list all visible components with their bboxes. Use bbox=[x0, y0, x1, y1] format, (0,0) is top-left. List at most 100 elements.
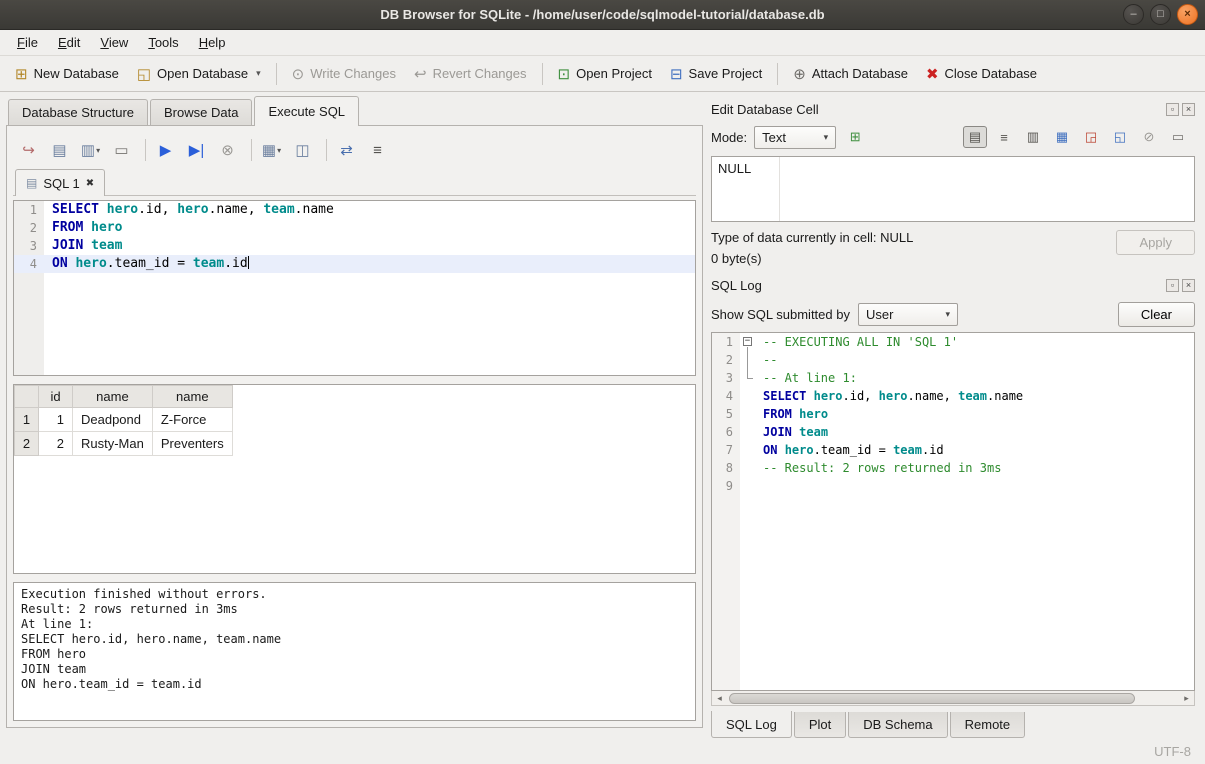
export-icon[interactable]: ◱ bbox=[1108, 126, 1132, 148]
column-header[interactable]: name bbox=[152, 386, 232, 408]
chevron-down-icon: ▾ bbox=[945, 309, 950, 320]
statusbar: UTF-8 bbox=[0, 738, 1205, 764]
attach-database-icon: ⊕ bbox=[793, 65, 806, 83]
open-sql-file-icon[interactable]: ▤ bbox=[46, 137, 73, 163]
fold-collapse-icon[interactable]: − bbox=[743, 337, 752, 346]
code-line-7: 7ON hero.team_id = team.id bbox=[712, 441, 1194, 459]
table-cell[interactable]: Rusty-Man bbox=[73, 432, 153, 456]
import-icon[interactable]: ◲ bbox=[1079, 126, 1103, 148]
scroll-left-icon[interactable]: ◂ bbox=[712, 693, 727, 704]
log-hscrollbar[interactable]: ◂ ▸ bbox=[711, 691, 1195, 706]
copy-icon[interactable]: ▥ bbox=[1021, 126, 1045, 148]
menu-file[interactable]: File bbox=[8, 32, 47, 53]
edit-cell-title: Edit Database Cell bbox=[711, 102, 819, 117]
attach-database-button[interactable]: ⊕Attach Database bbox=[784, 60, 917, 88]
table-row[interactable]: 11DeadpondZ-Force bbox=[15, 408, 233, 432]
table-cell[interactable]: 1 bbox=[39, 408, 73, 432]
save-as-view-icon[interactable]: ◫ bbox=[289, 137, 316, 163]
table-cell[interactable]: Deadpond bbox=[73, 408, 153, 432]
chevron-down-icon: ▾ bbox=[96, 146, 100, 155]
log-filter-value: User bbox=[866, 307, 893, 322]
table-cell[interactable]: Z-Force bbox=[152, 408, 232, 432]
tab-execute-sql[interactable]: Execute SQL bbox=[254, 96, 359, 126]
set-null-icon[interactable]: ⊘ bbox=[1137, 126, 1161, 148]
write-changes-button: ⊙Write Changes bbox=[283, 60, 405, 88]
execute-current-line-icon[interactable]: ▶| bbox=[183, 137, 210, 163]
tab-sql-log[interactable]: SQL Log bbox=[711, 711, 792, 738]
menu-help[interactable]: Help bbox=[190, 32, 235, 53]
new-database-button[interactable]: ⊞New Database bbox=[6, 60, 128, 88]
cell-size-text: 0 byte(s) bbox=[711, 251, 913, 266]
code-line-1: 1SELECT hero.id, hero.name, team.name bbox=[14, 201, 695, 219]
revert-changes-icon: ↩ bbox=[414, 65, 427, 83]
tab-database-structure[interactable]: Database Structure bbox=[8, 99, 148, 126]
text-view-icon[interactable]: ▤ bbox=[963, 126, 987, 148]
save-icon[interactable]: ▦ bbox=[1050, 126, 1074, 148]
tab-browse-data[interactable]: Browse Data bbox=[150, 99, 252, 126]
table-cell[interactable]: Preventers bbox=[152, 432, 232, 456]
sql-log-view[interactable]: 1−-- EXECUTING ALL IN 'SQL 1'2--3-- At l… bbox=[711, 332, 1195, 691]
table-row[interactable]: 22Rusty-ManPreventers bbox=[15, 432, 233, 456]
menu-view[interactable]: View bbox=[91, 32, 137, 53]
log-filter-select[interactable]: User ▾ bbox=[858, 303, 958, 326]
maximize-button[interactable]: □ bbox=[1150, 4, 1171, 25]
scroll-thumb[interactable] bbox=[729, 693, 1135, 704]
execution-output: Execution finished without errors. Resul… bbox=[13, 582, 696, 721]
menu-edit[interactable]: Edit bbox=[49, 32, 89, 53]
bottom-tabbar: SQL LogPlotDB SchemaRemote bbox=[709, 706, 1197, 738]
edit-cell-header: Edit Database Cell ▫ × bbox=[709, 98, 1197, 120]
print-icon[interactable]: ▭ bbox=[1166, 126, 1190, 148]
sql-toolbar: ↪▤▥▾▭▶▶|⊗▦▾◫⇄≡ bbox=[13, 132, 696, 168]
print-icon[interactable]: ▭ bbox=[108, 137, 135, 163]
float-icon[interactable]: ▫ bbox=[1166, 103, 1179, 116]
save-project-icon: ⊟ bbox=[670, 65, 683, 83]
sql-doc-tab-label: SQL 1 bbox=[43, 176, 79, 191]
code-line-8: 8-- Result: 2 rows returned in 3ms bbox=[712, 459, 1194, 477]
code-line-6: 6JOIN team bbox=[712, 423, 1194, 441]
sql-editor[interactable]: 1SELECT hero.id, hero.name, team.name2FR… bbox=[13, 200, 696, 376]
code-line-4: 4ON hero.team_id = team.id bbox=[14, 255, 695, 273]
close-button[interactable]: × bbox=[1177, 4, 1198, 25]
close-database-button[interactable]: ✖Close Database bbox=[917, 60, 1046, 88]
word-wrap-icon[interactable]: ≡ bbox=[992, 126, 1016, 148]
execute-sql-panel: Database StructureBrowse DataExecute SQL… bbox=[6, 96, 703, 738]
save-project-button[interactable]: ⊟Save Project bbox=[661, 60, 771, 88]
tab-plot[interactable]: Plot bbox=[794, 712, 846, 738]
code-line-2: 2-- bbox=[712, 351, 1194, 369]
find-replace-icon[interactable]: ⇄ bbox=[333, 137, 360, 163]
mode-value: Text bbox=[762, 130, 786, 145]
column-header[interactable]: name bbox=[73, 386, 153, 408]
export-csv-icon[interactable]: ▦▾ bbox=[258, 137, 285, 163]
corner-header bbox=[15, 386, 39, 408]
execute-all-icon[interactable]: ▶ bbox=[152, 137, 179, 163]
cell-editor[interactable]: NULL bbox=[711, 156, 1195, 222]
save-sql-file-icon[interactable]: ▥▾ bbox=[77, 137, 104, 163]
table-cell[interactable]: 2 bbox=[39, 432, 73, 456]
menu-tools[interactable]: Tools bbox=[139, 32, 187, 53]
open-database-button[interactable]: ◱Open Database▾ bbox=[128, 60, 270, 88]
mode-select[interactable]: Text ▾ bbox=[754, 126, 836, 149]
close-tab-icon[interactable]: ✖ bbox=[86, 178, 94, 189]
new-database-icon: ⊞ bbox=[15, 65, 28, 83]
results-table: idnamename11DeadpondZ-Force22Rusty-ManPr… bbox=[14, 385, 233, 456]
row-number[interactable]: 2 bbox=[15, 432, 39, 456]
sql-doc-tab[interactable]: ▤ SQL 1 ✖ bbox=[15, 169, 105, 196]
tab-db-schema[interactable]: DB Schema bbox=[848, 712, 947, 738]
import-file-icon[interactable]: ⊞ bbox=[843, 126, 867, 148]
open-project-button[interactable]: ⊡Open Project bbox=[549, 60, 661, 88]
apply-button[interactable]: Apply bbox=[1116, 230, 1195, 255]
row-number[interactable]: 1 bbox=[15, 408, 39, 432]
close-icon[interactable]: × bbox=[1182, 103, 1195, 116]
column-header[interactable]: id bbox=[39, 386, 73, 408]
new-tab-icon[interactable]: ↪ bbox=[15, 137, 42, 163]
tab-remote[interactable]: Remote bbox=[950, 712, 1026, 738]
close-icon[interactable]: × bbox=[1182, 279, 1195, 292]
cell-type-text: Type of data currently in cell: NULL bbox=[711, 230, 913, 245]
float-icon[interactable]: ▫ bbox=[1166, 279, 1179, 292]
minimize-button[interactable]: – bbox=[1123, 4, 1144, 25]
titlebar[interactable]: DB Browser for SQLite - /home/user/code/… bbox=[0, 0, 1205, 30]
scroll-right-icon[interactable]: ▸ bbox=[1179, 693, 1194, 704]
format-sql-icon[interactable]: ≡ bbox=[364, 137, 391, 163]
clear-button[interactable]: Clear bbox=[1118, 302, 1195, 327]
results-grid[interactable]: idnamename11DeadpondZ-Force22Rusty-ManPr… bbox=[13, 384, 696, 574]
